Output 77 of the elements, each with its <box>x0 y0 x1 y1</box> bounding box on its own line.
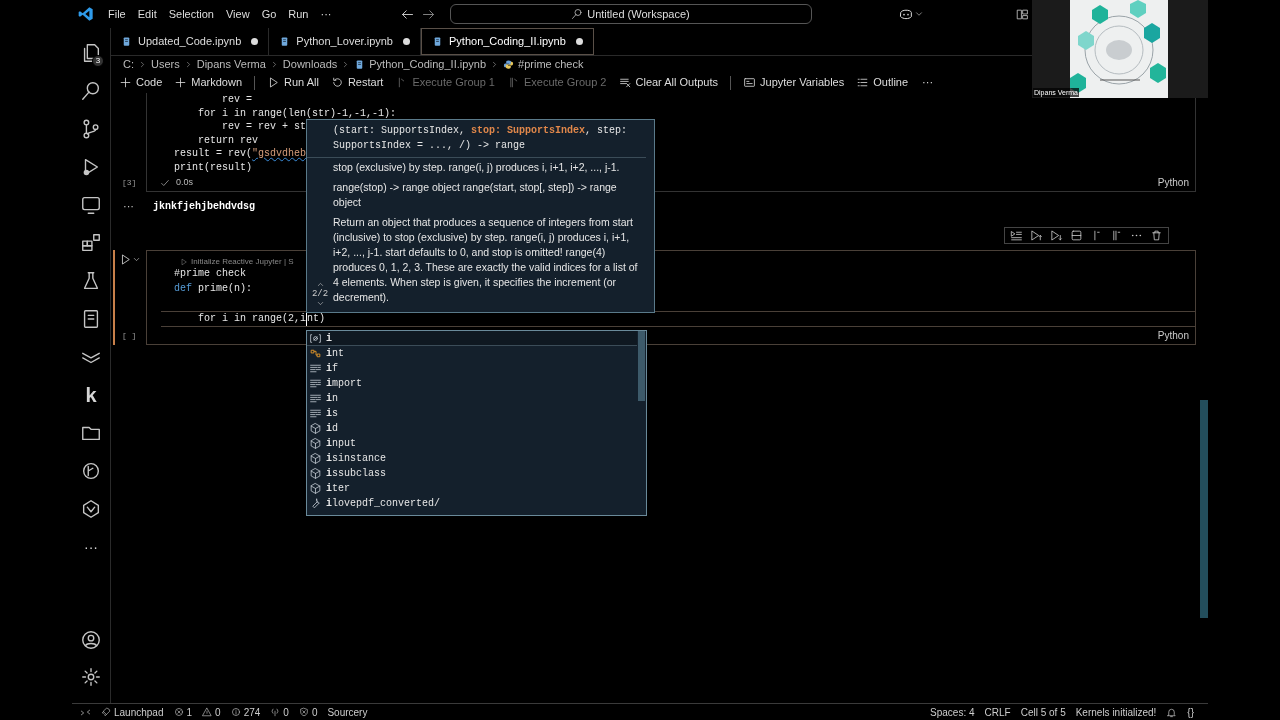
count-badge: 3 <box>92 55 104 67</box>
execution-count: [ ] <box>122 329 137 342</box>
suggestion-item[interactable]: import <box>307 376 637 391</box>
tab[interactable]: Python_Lover.ipynb <box>269 28 421 55</box>
status-item[interactable]: Spaces: 4 <box>930 704 975 720</box>
code-text: def <box>174 281 192 296</box>
menu-item[interactable]: Edit <box>131 5 163 23</box>
status-item[interactable]: {} <box>1187 704 1194 720</box>
status-item[interactable]: Cell 5 of 5 <box>1020 704 1066 720</box>
suggestion-item[interactable]: input <box>307 436 637 451</box>
menu-item[interactable]: Selection <box>162 5 220 23</box>
status-item[interactable]: 1 <box>173 704 193 720</box>
status-item[interactable]: 274 <box>230 704 261 720</box>
k-icon[interactable]: k <box>85 380 97 410</box>
breadcrumb-item[interactable]: Python_Coding_II.ipynb <box>369 55 487 73</box>
code-text: for i in range(len(str)-1,-1,-1): <box>197 106 397 120</box>
suggestion-item[interactable]: isinstance <box>307 451 637 466</box>
toolbar-button[interactable]: Clear All Outputs <box>618 74 719 91</box>
codelens-link[interactable]: Initialize Reactive Jupyter | S <box>191 255 294 268</box>
code-text: print(result) <box>174 160 252 174</box>
toolbar-button[interactable]: Jupyter Variables <box>743 74 845 91</box>
breadcrumb-item[interactable]: C: <box>123 55 134 73</box>
doc-paragraph: stop (exclusive) by step. range(i, j) produces i, i+1, i+2, ..., j-1. <box>333 160 621 175</box>
breadcrumb-item[interactable]: Downloads <box>282 55 338 73</box>
suggestion-item[interactable]: issubclass <box>307 466 637 481</box>
code-text: #prime check <box>174 267 246 281</box>
suggestion-item[interactable]: id <box>307 421 637 436</box>
status-item[interactable]: CRLF <box>984 704 1011 720</box>
code-text: for i in range(2,i <box>197 311 307 326</box>
suggestion-item[interactable]: ilovepdf_converted/ <box>307 496 637 511</box>
suggestion-item[interactable]: int <box>307 346 637 361</box>
tab[interactable]: Updated_Code.ipynb <box>111 28 270 55</box>
code-text: rev = rev + st <box>221 120 307 134</box>
status-item[interactable]: 0 <box>270 704 289 720</box>
status-item[interactable]: 0 <box>298 704 318 720</box>
tab[interactable]: Python_Coding_II.ipynb <box>421 28 594 55</box>
breadcrumb-item[interactable]: #prime check <box>518 55 584 73</box>
run-time: 0.0s <box>176 175 193 189</box>
toolbar-button[interactable]: Outline <box>856 74 909 91</box>
menu-item[interactable]: View <box>219 5 256 23</box>
code-text: "gsdvdheb <box>252 147 307 161</box>
signature-text: (start: SupportsIndex, stop: SupportsIndex, step: SupportsIndex = ..., /) -> range <box>307 123 646 158</box>
code-text: nt) <box>307 311 326 326</box>
output-menu[interactable]: ··· <box>111 201 153 211</box>
language-label[interactable]: Python <box>1157 327 1189 343</box>
doc-paragraph: range(stop) -> range object range(start, stop[, step]) -> range object <box>333 180 618 210</box>
code-text: prime(n): <box>197 281 253 296</box>
suggestion-item[interactable]: iter <box>307 481 637 496</box>
breadcrumb-item[interactable]: Dipans Verma <box>196 55 266 73</box>
menu-item[interactable]: File <box>102 5 132 23</box>
suggestion-item[interactable]: i <box>307 331 637 346</box>
more-icon[interactable]: ··· <box>84 536 98 558</box>
status-item[interactable]: 0 <box>202 704 221 720</box>
menu-item[interactable]: ··· <box>314 5 338 23</box>
suggestion-item[interactable]: in <box>307 391 637 406</box>
overload-counter: 2/2 <box>311 289 329 299</box>
search-field[interactable]: Untitled (Workspace) <box>449 4 812 24</box>
toolbar-button[interactable]: Restart <box>330 74 384 91</box>
breadcrumb-item[interactable]: Users <box>151 55 180 73</box>
status-item[interactable]: Launchpad <box>101 704 164 720</box>
more-button[interactable]: ··· <box>920 74 936 91</box>
code-text: return rev <box>197 133 258 147</box>
language-label[interactable]: Python <box>1157 175 1189 190</box>
menu-item[interactable]: Run <box>282 5 315 23</box>
code-text: rev = <box>221 93 252 107</box>
status-item[interactable]: Kernels initialized! <box>1075 704 1157 720</box>
suggestion-item[interactable]: if <box>307 361 637 376</box>
menu-item[interactable]: Go <box>255 5 283 23</box>
status-item[interactable]: Sourcery <box>327 704 368 720</box>
suggestion-item[interactable]: is <box>307 406 637 421</box>
toolbar-button[interactable]: Markdown <box>174 74 243 91</box>
code-text: result = rev( <box>174 147 252 161</box>
output-text: jknkfjehjbehdvdsg <box>153 199 256 214</box>
execution-count: [3] <box>122 177 137 189</box>
toolbar-button[interactable]: Code <box>119 74 163 91</box>
doc-paragraph: Return an object that produces a sequence of integers from start (inclusive) to stop (exclusive) by step. range(i, j) produces i, i+1, i+2, ..., j-1. start defaults to 0, and stop is omitted! range(4) produces 0, 1, 2, 3. These are exactly the valid indices for a list of 4 elements. When step is given, it specifies the increment (or decrement). <box>333 215 639 305</box>
toolbar-button[interactable]: Run All <box>267 74 319 91</box>
